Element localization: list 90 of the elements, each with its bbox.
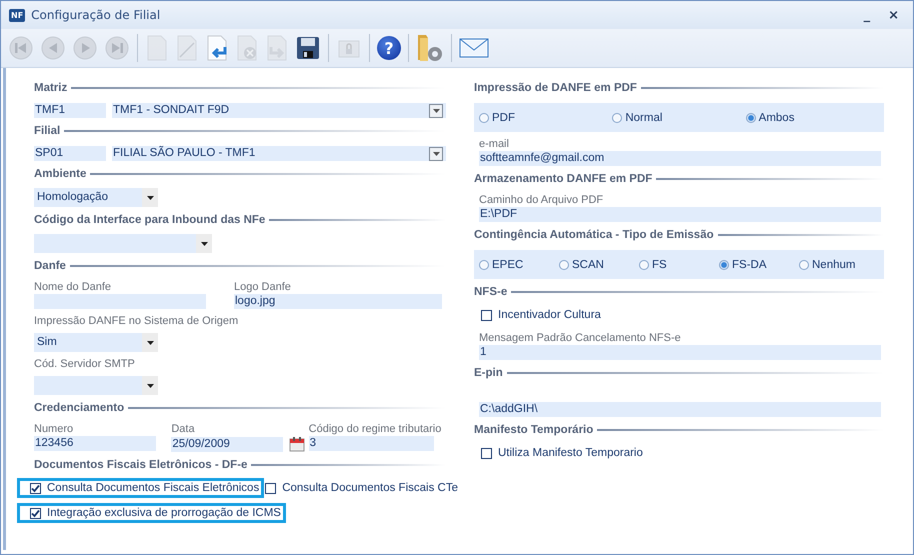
section-title: Armazenamento DANFE em PDF [474,173,652,185]
input-field[interactable]: E:\PDF [479,207,881,222]
help-button[interactable]: ? [376,35,402,61]
field-label: Caminho do Arquivo PDF [479,194,604,207]
section-title: E-pin [474,367,503,379]
section-title: Filial [34,125,60,137]
checkbox[interactable]: Utiliza Manifesto Temporario [479,444,645,462]
app-icon: NF [9,8,26,22]
document-icon [145,35,169,61]
input-field[interactable]: softteamnfe@gmail.com [479,151,881,166]
play-icon [72,35,98,61]
window-title: Configuração de Filial [31,8,160,22]
radio-option[interactable]: Normal [612,112,746,124]
code-field[interactable]: TMF1 [34,103,106,118]
input-field[interactable]: C:\addGIH\ [479,402,881,417]
dropdown-arrow-icon [200,242,208,246]
folder-gear-icon [416,33,444,63]
dropdown[interactable]: Homologação [34,188,158,207]
envelope-icon [459,37,489,59]
radio-button[interactable] [479,112,489,122]
section-title: Ambiente [34,168,86,180]
input-field[interactable] [34,294,206,309]
checkbox[interactable]: Incentivador Cultura [479,306,603,324]
section-title: Documentos Fiscais Eletrônicos - DF-e [34,459,248,471]
section-title: Danfe [34,260,66,272]
section-title: Credenciamento [34,402,124,414]
dropdown[interactable]: TMF1 - SONDAIT F9D [112,103,446,118]
section-title: Manifesto Temporário [474,424,594,436]
section-title: Matriz [34,82,68,94]
checkbox-square[interactable] [265,482,276,494]
input-field[interactable]: 3 [308,436,434,451]
input-field[interactable]: 123456 [34,436,156,451]
skip-icon [8,35,34,61]
radio-button[interactable] [479,260,489,270]
section-title: NFS-e [474,286,508,298]
radio-button[interactable] [719,260,729,270]
dropdown-arrow-icon [146,340,154,344]
input-field[interactable]: 25/09/2009 [171,436,284,452]
mail-button[interactable] [458,36,490,60]
section-title: Contingência Automática - Tipo de Emissão [474,229,714,241]
checkbox[interactable]: Consulta Documentos Fiscais CTe [263,479,460,497]
field-label: Mensagem Padrão Cancelamento NFS-e [479,332,682,345]
play-icon [40,35,66,61]
radio-option[interactable]: Ambos [746,112,879,124]
field-label: Data [171,423,196,436]
input-field[interactable]: logo.jpg [234,294,442,309]
field-label: Cód. Servidor SMTP [34,358,136,371]
field-label: Código do regime tributario [308,423,442,436]
field-label: Numero [34,423,74,436]
field-label: Impressão DANFE no Sistema de Origem [34,315,240,328]
dropdown-arrow-icon [146,196,154,200]
checkbox-square[interactable] [30,508,41,518]
radio-option[interactable]: FS [639,258,719,270]
field-label: Nome do Danfe [34,281,112,294]
field-label: Logo Danfe [234,281,292,294]
code-field[interactable]: SP01 [34,146,106,161]
checkbox-square[interactable] [481,310,492,320]
document-x-icon [235,35,259,61]
field-label: e-mail [479,138,510,151]
radio-button[interactable] [799,260,809,270]
dropdown[interactable]: FILIAL SÃO PAULO - TMF1 [112,146,446,161]
close-button[interactable]: × [882,8,905,22]
dropdown-arrow-icon [432,108,440,112]
radio-option[interactable]: Nenhum [799,258,879,270]
calendar-icon[interactable] [289,436,306,452]
radio-button[interactable] [559,260,569,270]
section-title: Impressão de DANFE em PDF [474,82,637,94]
radio-button[interactable] [612,112,622,122]
section-title: Código da Interface para Inbound das NFe [34,214,266,226]
skip-icon [104,35,130,61]
input-field[interactable]: 1 [479,345,881,360]
save-button[interactable] [294,34,322,62]
highlighted-checkbox[interactable]: Integração exclusiva de prorrogação de ICMS [18,504,285,522]
highlighted-checkbox[interactable]: Consulta Documentos Fiscais Eletrônicos [18,479,264,497]
radio-option[interactable]: FS-DA [719,258,799,270]
radio-option[interactable]: PDF [479,112,612,124]
dropdown-arrow-icon [432,152,440,156]
dropdown[interactable]: Sim [34,333,158,352]
document-arrow-icon [265,35,289,61]
checkbox-square[interactable] [30,482,41,494]
dropdown-arrow-icon [146,384,154,388]
checkbox-square[interactable] [481,448,492,458]
radio-button[interactable] [746,112,756,122]
folder-settings-button[interactable] [415,32,445,64]
radio-option[interactable]: SCAN [559,258,639,270]
minimize-button[interactable]: _ [858,8,876,22]
document-arrow-icon [205,35,229,61]
radio-option[interactable]: EPEC [479,258,559,270]
radio-button[interactable] [639,260,649,270]
document-pencil-icon [175,35,199,61]
